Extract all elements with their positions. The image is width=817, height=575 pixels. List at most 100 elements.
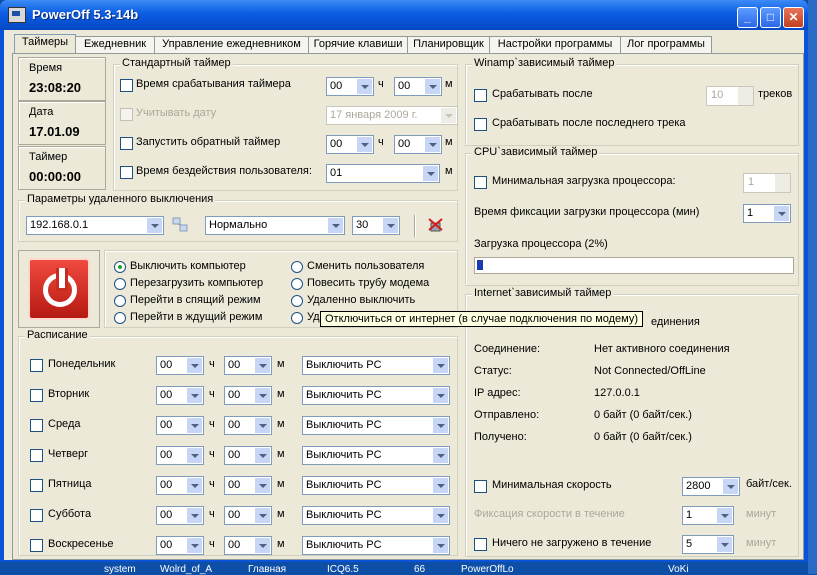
- cpu-fix-time-select[interactable]: 1: [743, 204, 791, 223]
- hangup-modem-radio[interactable]: [291, 278, 303, 290]
- min-speed-checkbox[interactable]: [474, 480, 487, 493]
- cpu-min-load-checkbox[interactable]: [474, 176, 487, 189]
- chevron-down-icon[interactable]: [255, 388, 270, 403]
- tab-timers[interactable]: Таймеры: [14, 34, 76, 54]
- disconnect-radio[interactable]: [291, 312, 303, 324]
- idle-value-select[interactable]: 01: [326, 164, 440, 183]
- chevron-down-icon[interactable]: [187, 478, 202, 493]
- tab-scheduler[interactable]: Планировщик: [407, 36, 490, 53]
- min-speed-select[interactable]: 2800: [682, 477, 740, 496]
- spin-down-icon[interactable]: [775, 183, 790, 192]
- schedule-hours-select[interactable]: 00: [156, 356, 204, 375]
- fire-minutes-select[interactable]: 00: [394, 77, 442, 96]
- maximize-button[interactable]: □: [760, 7, 781, 28]
- minimize-button[interactable]: _: [737, 7, 758, 28]
- chevron-down-icon[interactable]: [187, 538, 202, 553]
- date-picker[interactable]: 17 января 2009 г.: [326, 106, 458, 125]
- fire-time-checkbox[interactable]: [120, 79, 133, 92]
- chevron-down-icon[interactable]: [433, 448, 448, 463]
- tab-diary[interactable]: Ежедневник: [75, 36, 155, 53]
- remote-number-select[interactable]: 30: [352, 216, 400, 235]
- switch-user-radio[interactable]: [291, 261, 303, 273]
- chevron-down-icon[interactable]: [717, 537, 732, 552]
- nothing-loaded-checkbox[interactable]: [474, 538, 487, 551]
- spin-up-icon[interactable]: [738, 87, 753, 96]
- chevron-down-icon[interactable]: [723, 479, 738, 494]
- schedule-day-checkbox[interactable]: [30, 509, 43, 522]
- chevron-down-icon[interactable]: [255, 358, 270, 373]
- winamp-after-last-checkbox[interactable]: [474, 118, 487, 131]
- remote-mode-select[interactable]: Нормально: [205, 216, 345, 235]
- chevron-down-icon[interactable]: [187, 418, 202, 433]
- chevron-down-icon[interactable]: [255, 448, 270, 463]
- schedule-minutes-select[interactable]: 00: [224, 446, 272, 465]
- remote-ip-select[interactable]: 192.168.0.1: [26, 216, 164, 235]
- tab-hotkeys[interactable]: Горячие клавиши: [308, 36, 408, 53]
- schedule-action-select[interactable]: Выключить PC: [302, 476, 450, 495]
- schedule-day-checkbox[interactable]: [30, 359, 43, 372]
- use-date-checkbox[interactable]: [120, 108, 133, 121]
- schedule-hours-select[interactable]: 00: [156, 446, 204, 465]
- chevron-down-icon[interactable]: [187, 388, 202, 403]
- schedule-hours-select[interactable]: 00: [156, 386, 204, 405]
- chevron-down-icon[interactable]: [328, 218, 343, 233]
- sleep-radio[interactable]: [114, 295, 126, 307]
- desktop-label[interactable]: system: [104, 564, 136, 575]
- schedule-minutes-select[interactable]: 00: [224, 416, 272, 435]
- chevron-down-icon[interactable]: [433, 418, 448, 433]
- chevron-down-icon[interactable]: [433, 538, 448, 553]
- tab-diary-management[interactable]: Управление ежедневником: [154, 36, 309, 53]
- chevron-down-icon[interactable]: [255, 478, 270, 493]
- desktop-label[interactable]: ICQ6.5: [327, 564, 359, 575]
- remote-shutdown-icon[interactable]: [428, 217, 444, 233]
- schedule-action-select[interactable]: Выключить PC: [302, 386, 450, 405]
- standby-radio[interactable]: [114, 312, 126, 324]
- power-button[interactable]: [28, 258, 90, 320]
- fix-speed-select[interactable]: 1: [682, 506, 734, 525]
- desktop-label[interactable]: Главная: [248, 564, 286, 575]
- schedule-minutes-select[interactable]: 00: [224, 356, 272, 375]
- network-icon[interactable]: [172, 217, 188, 233]
- chevron-down-icon[interactable]: [717, 508, 732, 523]
- chevron-down-icon[interactable]: [187, 448, 202, 463]
- schedule-action-select[interactable]: Выключить PC: [302, 506, 450, 525]
- tab-log[interactable]: Лог программы: [620, 36, 712, 53]
- chevron-down-icon[interactable]: [255, 538, 270, 553]
- shutdown-radio[interactable]: [114, 261, 126, 273]
- schedule-action-select[interactable]: Выключить PC: [302, 356, 450, 375]
- schedule-action-select[interactable]: Выключить PC: [302, 536, 450, 555]
- chevron-down-icon[interactable]: [433, 478, 448, 493]
- schedule-action-select[interactable]: Выключить PC: [302, 446, 450, 465]
- schedule-day-checkbox[interactable]: [30, 389, 43, 402]
- desktop-label[interactable]: Wolrd_of_A: [160, 564, 212, 575]
- desktop-label[interactable]: VoKi: [668, 564, 689, 575]
- schedule-day-checkbox[interactable]: [30, 419, 43, 432]
- schedule-minutes-select[interactable]: 00: [224, 536, 272, 555]
- chevron-down-icon[interactable]: [441, 108, 456, 123]
- schedule-minutes-select[interactable]: 00: [224, 476, 272, 495]
- chevron-down-icon[interactable]: [433, 388, 448, 403]
- chevron-down-icon[interactable]: [187, 358, 202, 373]
- schedule-hours-select[interactable]: 00: [156, 536, 204, 555]
- title-bar[interactable]: PowerOff 5.3-14b _ □ ✕: [0, 0, 808, 30]
- schedule-day-checkbox[interactable]: [30, 479, 43, 492]
- remote-off-radio[interactable]: [291, 295, 303, 307]
- chevron-down-icon[interactable]: [433, 358, 448, 373]
- countdown-hours-select[interactable]: 00: [326, 135, 374, 154]
- chevron-down-icon[interactable]: [423, 166, 438, 181]
- cpu-min-load-spinner[interactable]: 1: [743, 173, 791, 193]
- countdown-minutes-select[interactable]: 00: [394, 135, 442, 154]
- schedule-action-select[interactable]: Выключить PC: [302, 416, 450, 435]
- chevron-down-icon[interactable]: [187, 508, 202, 523]
- chevron-down-icon[interactable]: [147, 218, 162, 233]
- chevron-down-icon[interactable]: [255, 508, 270, 523]
- spin-down-icon[interactable]: [738, 96, 753, 105]
- schedule-hours-select[interactable]: 00: [156, 416, 204, 435]
- chevron-down-icon[interactable]: [255, 418, 270, 433]
- app-icon[interactable]: [8, 7, 26, 23]
- schedule-minutes-select[interactable]: 00: [224, 386, 272, 405]
- schedule-day-checkbox[interactable]: [30, 539, 43, 552]
- desktop-label[interactable]: PowerOffLo: [461, 564, 514, 575]
- reboot-radio[interactable]: [114, 278, 126, 290]
- chevron-down-icon[interactable]: [425, 79, 440, 94]
